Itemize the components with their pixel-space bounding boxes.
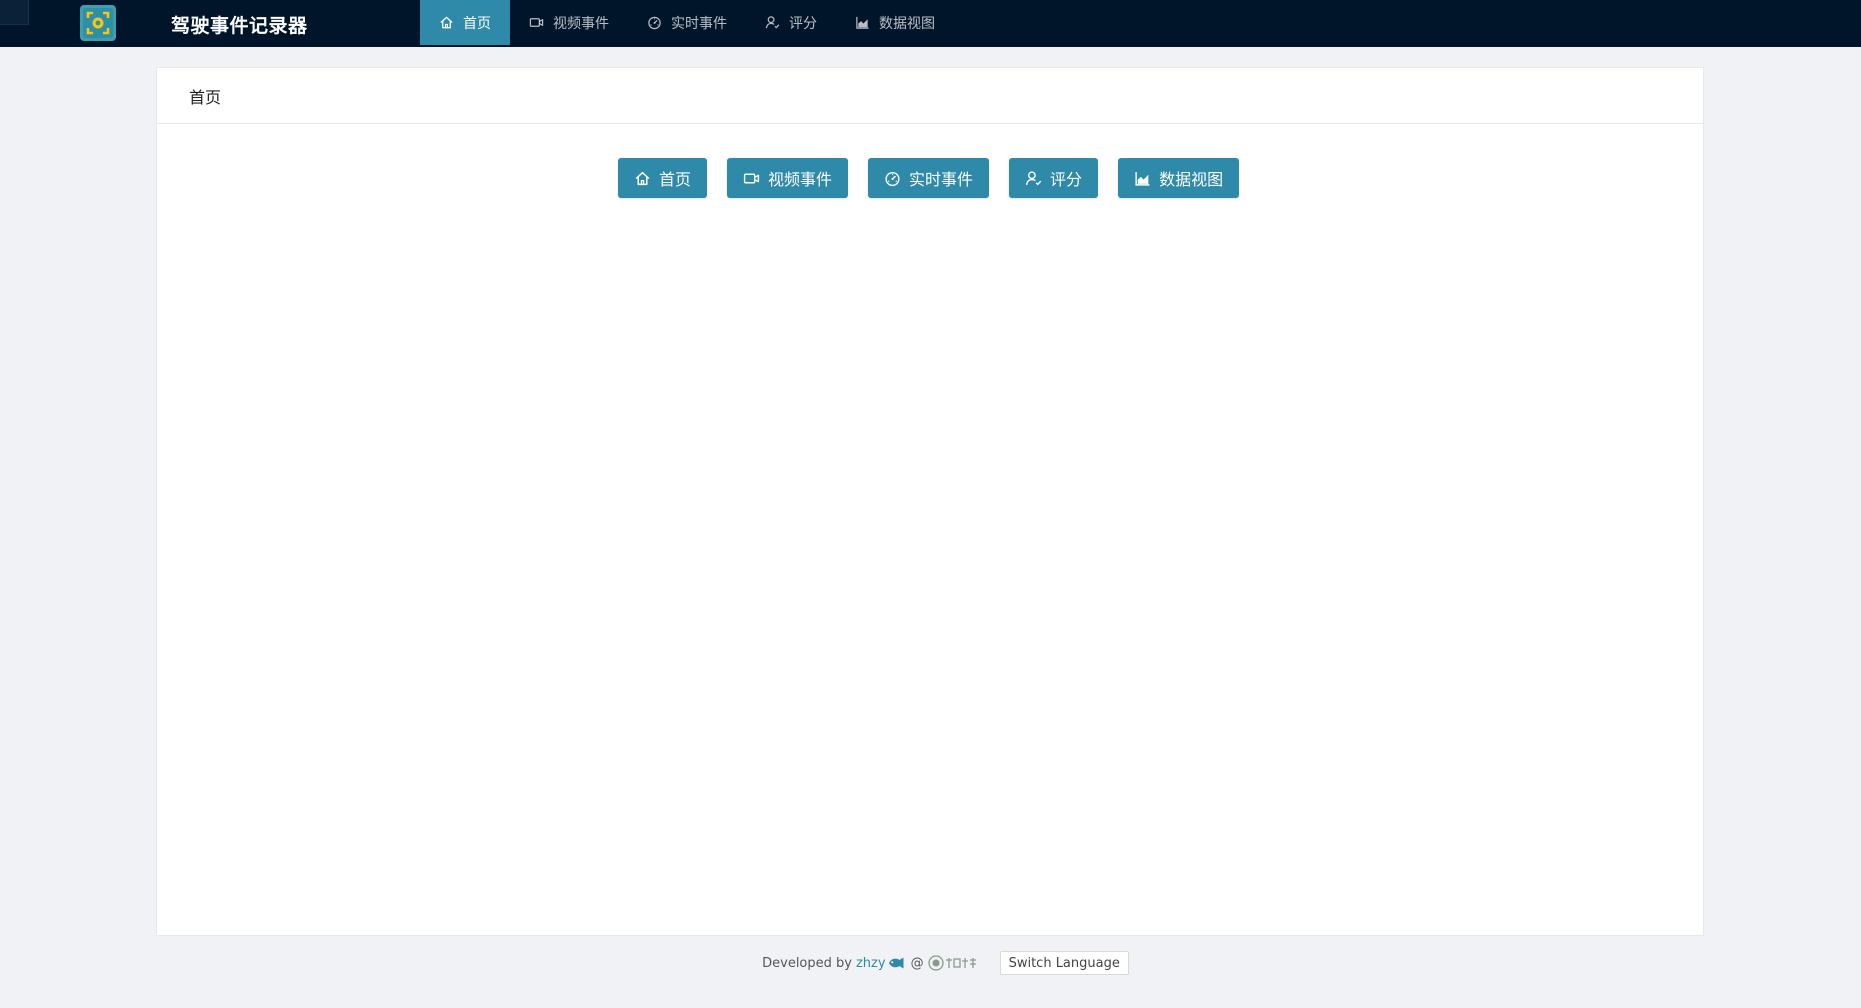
dashboard-icon <box>884 170 901 187</box>
area-chart-icon <box>855 15 870 30</box>
nav-item-rating[interactable]: 评分 <box>746 0 836 45</box>
button-label: 评分 <box>1050 170 1083 189</box>
nav-item-data-view[interactable]: 数据视图 <box>836 0 954 45</box>
rating-button[interactable]: 评分 <box>1009 158 1099 198</box>
main-card: 首页 首页 视频事件 实时事件 评分 数据视图 <box>156 67 1704 936</box>
button-label: 首页 <box>659 170 692 189</box>
home-icon <box>439 15 454 30</box>
page-title: 首页 <box>189 87 222 107</box>
nav-item-video-events[interactable]: 视频事件 <box>510 0 628 45</box>
video-camera-icon <box>743 170 760 187</box>
nav-item-label: 首页 <box>463 15 491 32</box>
video-events-button[interactable]: 视频事件 <box>727 158 849 198</box>
nav-item-label: 视频事件 <box>553 15 609 32</box>
app-title: 驾驶事件记录器 <box>171 15 308 37</box>
button-label: 数据视图 <box>1159 170 1224 189</box>
fish-icon <box>887 956 905 970</box>
developer-link[interactable]: zhzy <box>856 956 886 971</box>
button-label: 视频事件 <box>768 170 833 189</box>
home-icon <box>634 170 651 187</box>
camera-focus-icon[interactable] <box>80 5 116 41</box>
data-view-button[interactable]: 数据视图 <box>1118 158 1240 198</box>
at-sign: @ <box>910 955 924 971</box>
footer: Developed by zhzy @ Switch Language <box>0 950 1861 976</box>
nav-menu: 首页 视频事件 实时事件 评分 数据视图 <box>420 0 954 45</box>
breadcrumb: 首页 <box>157 68 1703 124</box>
nav-item-label: 数据视图 <box>879 15 935 32</box>
switch-language-button[interactable]: Switch Language <box>999 951 1129 975</box>
area-chart-icon <box>1134 170 1151 187</box>
nav-item-label: 实时事件 <box>671 15 727 32</box>
corner-mark <box>0 0 29 25</box>
top-navbar: 驾驶事件记录器 首页 视频事件 实时事件 评分 数据视图 <box>0 0 1861 47</box>
button-label: 实时事件 <box>909 170 974 189</box>
nav-item-home[interactable]: 首页 <box>420 0 510 45</box>
user-rating-icon <box>1025 170 1042 187</box>
quick-nav-buttons: 首页 视频事件 实时事件 评分 数据视图 <box>618 158 1240 198</box>
dashboard-icon <box>647 15 662 30</box>
footer-credits: Developed by zhzy @ Switch Language <box>762 951 1129 975</box>
realtime-events-button[interactable]: 实时事件 <box>868 158 990 198</box>
nav-item-label: 评分 <box>789 15 817 32</box>
developed-by-text: Developed by <box>762 955 852 971</box>
university-logo-icon <box>927 954 980 972</box>
nav-item-realtime-events[interactable]: 实时事件 <box>628 0 746 45</box>
home-button[interactable]: 首页 <box>618 158 708 198</box>
video-camera-icon <box>529 15 544 30</box>
user-rating-icon <box>765 15 780 30</box>
